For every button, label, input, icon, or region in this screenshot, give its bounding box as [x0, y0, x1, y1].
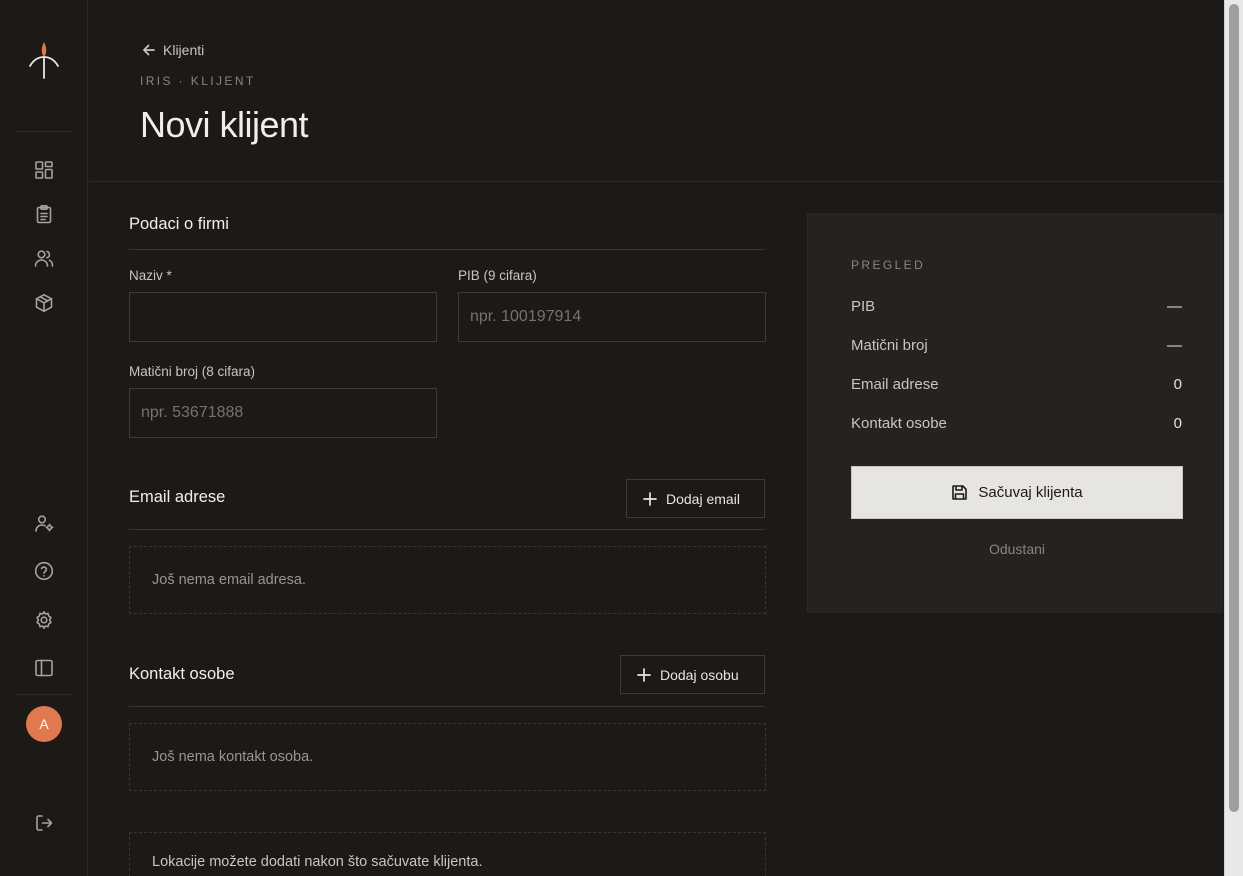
section-divider [129, 249, 765, 250]
save-client-label: Sačuvaj klijenta [978, 484, 1083, 501]
package-icon[interactable] [32, 291, 56, 315]
breadcrumb: IRIS · KLIJENT [140, 74, 256, 88]
sidebar: A [0, 0, 88, 876]
users-icon[interactable] [32, 246, 56, 270]
add-contact-label: Dodaj osobu [660, 666, 739, 683]
page-scrollbar[interactable] [1224, 0, 1243, 876]
summary-label: Email adrese [851, 376, 939, 393]
summary-label: Kontakt osobe [851, 415, 947, 432]
pib-input[interactable] [458, 292, 766, 342]
summary-value: — [1167, 298, 1182, 315]
summary-value: 0 [1173, 376, 1182, 393]
email-empty-state: Još nema email adresa. [129, 546, 766, 614]
clipboard-icon[interactable] [32, 202, 56, 226]
contacts-empty-state: Još nema kontakt osoba. [129, 723, 766, 791]
avatar[interactable]: A [26, 706, 62, 742]
sidebar-divider [16, 131, 72, 132]
add-email-label: Dodaj email [666, 490, 740, 507]
locations-note: Lokacije možete dodati nakon što sačuvat… [129, 832, 766, 876]
logout-icon[interactable] [32, 811, 56, 835]
back-link[interactable]: Klijenti [141, 42, 204, 58]
summary-panel: PREGLED PIB — Matični broj — Email adres… [807, 213, 1223, 613]
save-icon [952, 485, 968, 500]
summary-row-emails: Email adrese 0 [851, 376, 1182, 393]
summary-row-maticni-broj: Matični broj — [851, 337, 1182, 354]
iris-logo[interactable] [27, 40, 61, 80]
sidebar-toggle-icon[interactable] [32, 656, 56, 680]
user-settings-icon[interactable] [32, 511, 56, 535]
help-icon[interactable] [32, 559, 56, 583]
sidebar-divider [16, 694, 72, 695]
page-header: Klijenti IRIS · KLIJENT Novi klijent [89, 0, 1223, 182]
contacts-section-title: Kontakt osobe [129, 665, 235, 683]
plus-icon [637, 667, 651, 682]
plus-icon [643, 491, 657, 506]
pib-label: PIB (9 cifara) [458, 268, 537, 283]
maticni-broj-input[interactable] [129, 388, 437, 438]
summary-label: Matični broj [851, 337, 928, 354]
dashboard-icon[interactable] [32, 158, 56, 182]
arrow-left-icon [143, 44, 155, 56]
summary-row-contacts: Kontakt osobe 0 [851, 415, 1182, 432]
summary-eyebrow: PREGLED [851, 258, 926, 272]
name-input[interactable] [129, 292, 437, 342]
back-link-label: Klijenti [163, 42, 205, 58]
summary-value: 0 [1173, 415, 1182, 432]
cancel-button[interactable]: Odustani [851, 541, 1183, 557]
maticni-broj-label: Matični broj (8 cifara) [129, 364, 256, 379]
company-section-title: Podaci o firmi [129, 215, 229, 233]
section-divider [129, 529, 765, 530]
name-label: Naziv * [129, 268, 172, 283]
page-title: Novi klijent [140, 104, 309, 145]
add-email-button[interactable]: Dodaj email [626, 479, 765, 518]
scrollbar-thumb[interactable] [1229, 4, 1239, 812]
save-client-button[interactable]: Sačuvaj klijenta [851, 466, 1183, 519]
section-divider [129, 706, 765, 707]
summary-value: — [1167, 337, 1182, 354]
email-section-title: Email adrese [129, 488, 226, 506]
summary-label: PIB [851, 298, 876, 315]
gear-icon[interactable] [32, 608, 56, 632]
add-contact-button[interactable]: Dodaj osobu [620, 655, 765, 694]
summary-row-pib: PIB — [851, 298, 1182, 315]
